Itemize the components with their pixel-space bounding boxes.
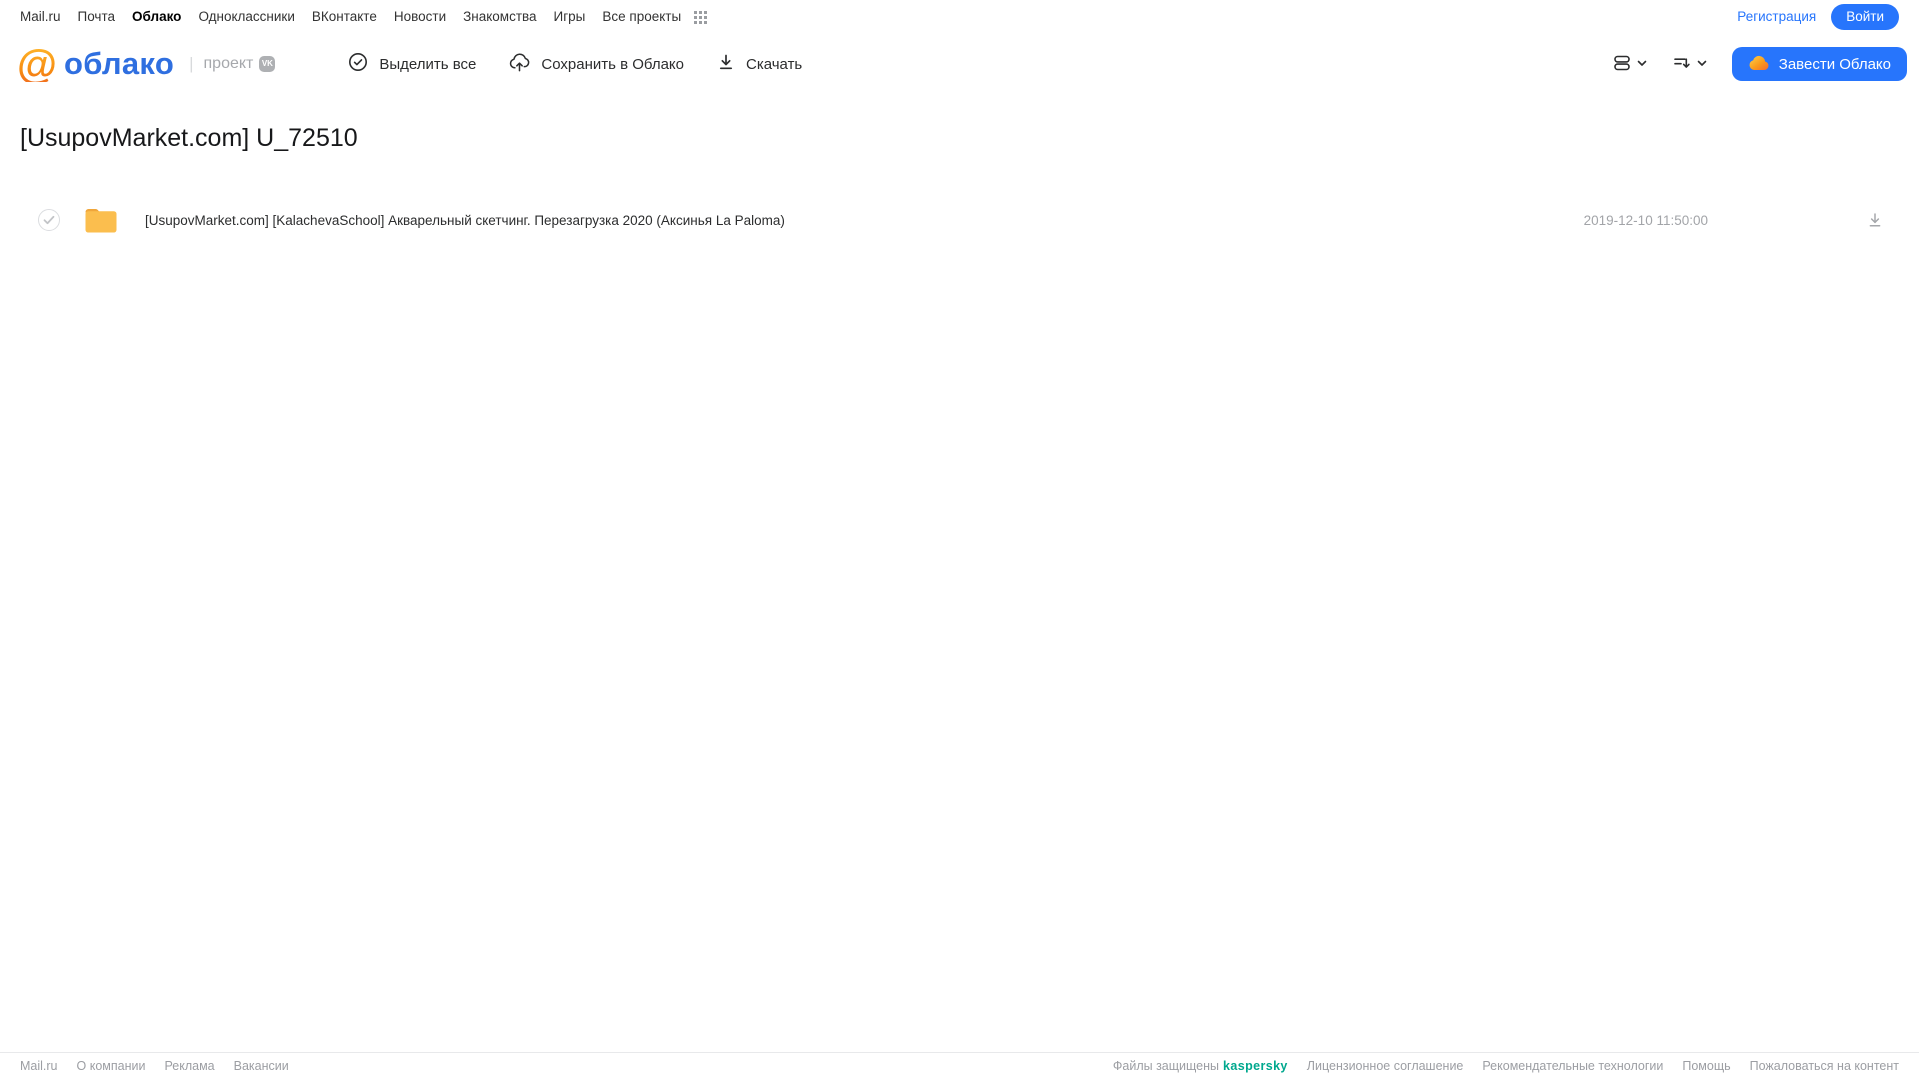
select-all-button[interactable]: Выделить все (347, 51, 476, 77)
footer-link-mailru[interactable]: Mail.ru (20, 1059, 58, 1073)
topnav-item-novosti[interactable]: Новости (394, 9, 446, 24)
footer-right-links: Файлы защищены kaspersky Лицензионное сог… (1113, 1059, 1899, 1073)
row-download-button[interactable] (1866, 211, 1884, 229)
get-cloud-button[interactable]: Завести Облако (1731, 47, 1907, 81)
registration-link[interactable]: Регистрация (1737, 9, 1816, 24)
save-to-cloud-button[interactable]: Сохранить в Облако (508, 51, 684, 78)
list-view-icon (1612, 53, 1632, 76)
footer-link-help[interactable]: Помощь (1682, 1059, 1730, 1073)
main-content: [UsupovMarket.com] U_72510 [UsupovMarket… (0, 121, 1919, 247)
page-title: [UsupovMarket.com] U_72510 (20, 124, 358, 152)
apps-grid-icon[interactable] (694, 9, 708, 24)
portal-nav: Mail.ru Почта Облако Одноклассники ВКонт… (20, 9, 708, 24)
sort-icon (1672, 53, 1692, 76)
download-label: Скачать (746, 55, 803, 73)
mailru-at-icon: @ (17, 40, 57, 87)
login-button[interactable]: Войти (1831, 3, 1899, 30)
check-icon (43, 215, 55, 225)
get-cloud-label: Завести Облако (1778, 55, 1891, 73)
footer: Mail.ru О компании Реклама Вакансии Файл… (0, 1052, 1919, 1079)
kaspersky-protected: Файлы защищены kaspersky (1113, 1059, 1288, 1073)
topnav-item-vkontakte[interactable]: ВКонтакте (312, 9, 377, 24)
footer-link-report-content[interactable]: Пожаловаться на контент (1750, 1059, 1899, 1073)
chevron-down-icon (1636, 57, 1648, 72)
cloud-logo[interactable]: @ облако | проект VK (17, 40, 276, 87)
footer-link-license[interactable]: Лицензионное соглашение (1307, 1059, 1464, 1073)
folder-icon (84, 207, 118, 234)
file-toolbar: Выделить все Сохранить в Облако Скачать (347, 51, 802, 78)
auth-area: Регистрация Войти (1737, 3, 1899, 30)
download-arrow-icon (1869, 213, 1881, 227)
logo-text: облако (63, 45, 175, 81)
save-to-cloud-label: Сохранить в Облако (541, 55, 684, 73)
topnav-item-znakomstva[interactable]: Знакомства (463, 9, 536, 24)
project-label: проект (203, 54, 254, 72)
footer-link-about[interactable]: О компании (77, 1059, 146, 1073)
kaspersky-logo: kaspersky (1223, 1059, 1288, 1073)
footer-link-recommendations[interactable]: Рекомендательные технологии (1482, 1059, 1663, 1073)
protected-label: Файлы защищены (1112, 1059, 1220, 1073)
cloud-header: @ облако | проект VK Выделить все Сохран… (0, 33, 1919, 95)
topnav-item-oblako[interactable]: Облако (132, 9, 181, 24)
check-circle-icon (347, 51, 369, 77)
topnav-item-pochta[interactable]: Почта (78, 9, 116, 24)
top-portal-bar: Mail.ru Почта Облако Одноклассники ВКонт… (0, 0, 1919, 33)
topnav-item-igry[interactable]: Игры (554, 9, 586, 24)
topnav-item-odnoklassniki[interactable]: Одноклассники (198, 9, 294, 24)
topnav-item-mailru[interactable]: Mail.ru (20, 9, 61, 24)
file-name-link[interactable]: [UsupovMarket.com] [KalachevaSchool] Акв… (145, 213, 785, 228)
file-row[interactable]: [UsupovMarket.com] [KalachevaSchool] Акв… (20, 193, 1899, 247)
footer-link-jobs[interactable]: Вакансии (234, 1059, 289, 1073)
download-arrow-icon (716, 52, 736, 76)
logo-divider: | (189, 53, 194, 73)
row-checkbox[interactable] (38, 209, 60, 231)
file-date: 2019-12-10 11:50:00 (1583, 212, 1708, 228)
header-right-controls: Завести Облако (1612, 47, 1907, 81)
download-button[interactable]: Скачать (716, 52, 802, 76)
vk-badge-icon: VK (259, 55, 276, 72)
sort-button[interactable] (1672, 53, 1708, 76)
view-toggle-button[interactable] (1612, 53, 1648, 76)
cloud-upload-icon (508, 51, 531, 78)
footer-link-ads[interactable]: Реклама (164, 1059, 214, 1073)
chevron-down-icon (1696, 57, 1708, 72)
cloud-icon (1748, 54, 1770, 75)
footer-left-links: Mail.ru О компании Реклама Вакансии (20, 1059, 289, 1073)
topnav-item-all-projects[interactable]: Все проекты (602, 9, 681, 24)
select-all-label: Выделить все (379, 55, 477, 73)
